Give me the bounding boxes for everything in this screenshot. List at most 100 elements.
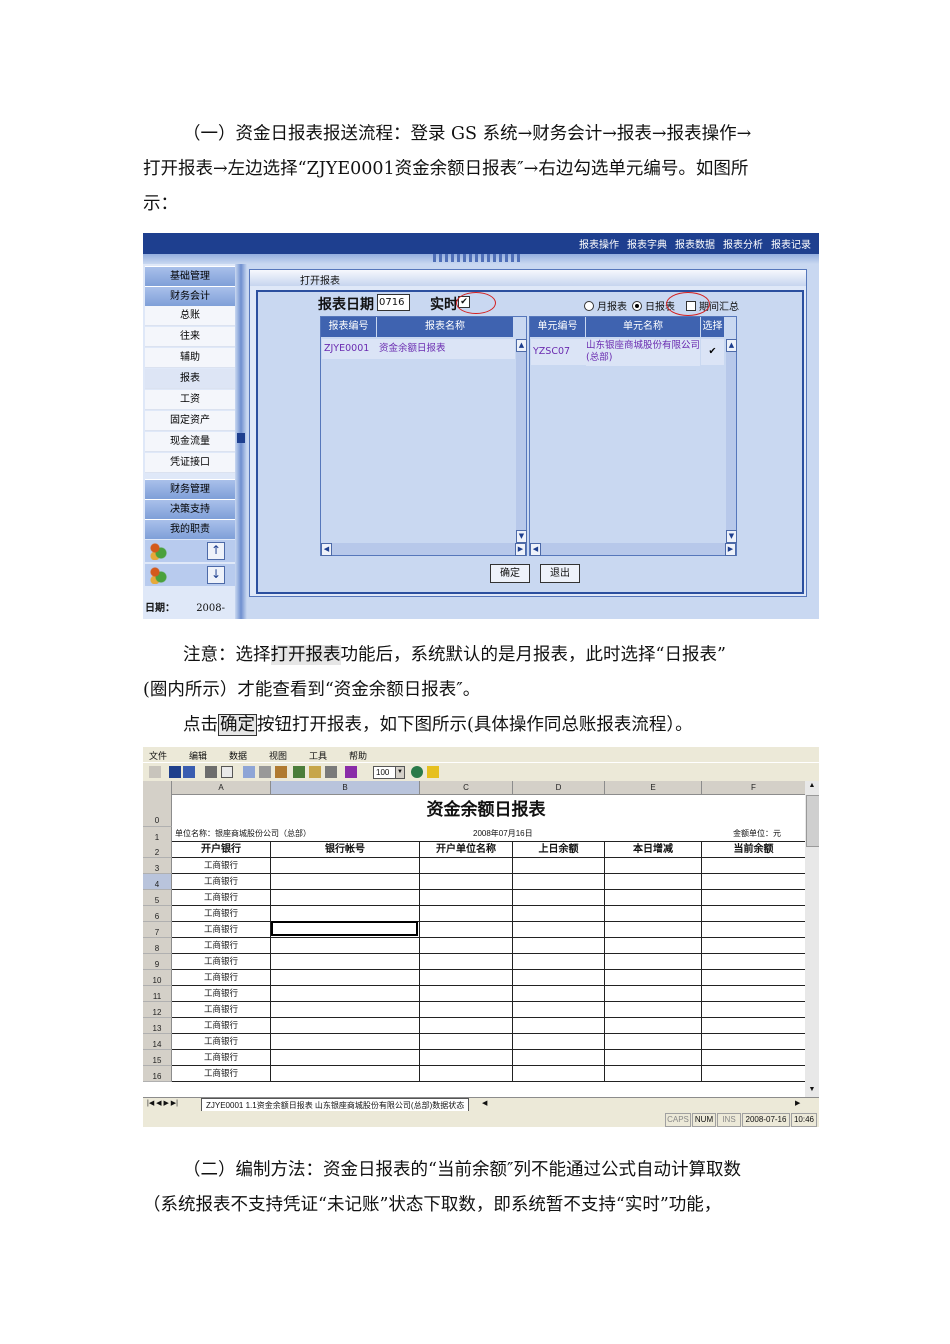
table-cell[interactable] [420,954,513,970]
col-header-a[interactable]: A [172,781,271,795]
row-header[interactable]: 11 [143,986,172,1002]
table-cell[interactable] [513,874,605,890]
table-cell[interactable] [420,1002,513,1018]
vertical-scrollbar[interactable]: ▲ ▼ [805,781,819,1097]
table-cell[interactable] [702,1066,806,1082]
row-header[interactable]: 4 [143,874,172,890]
table-cell[interactable] [605,890,702,906]
radio-daily[interactable] [632,300,642,311]
header-account-number[interactable]: 银行帐号 [271,841,420,858]
scroll-right-icon[interactable]: ▶ [795,1099,800,1107]
col-header-f[interactable]: F [702,781,806,795]
bank-name-cell[interactable]: 工商银行 [172,1002,271,1018]
unit-code-cell[interactable]: YZSC07 [531,339,587,365]
bank-name-cell[interactable]: 工商银行 [172,922,271,938]
table-cell[interactable] [420,1034,513,1050]
chevron-down-icon[interactable]: ▼ [395,766,405,779]
sidebar-reports[interactable]: 报表 [145,369,235,389]
menu-edit[interactable]: 编辑 [189,749,207,762]
table-cell[interactable] [605,1050,702,1066]
table-cell[interactable] [605,938,702,954]
table-cell[interactable] [420,858,513,874]
col-report-name[interactable]: 报表名称 [377,317,514,337]
row-header[interactable]: 9 [143,954,172,970]
header-current-balance[interactable]: 当前余额 [702,841,806,858]
table-cell[interactable] [420,938,513,954]
table-cell[interactable] [702,874,806,890]
table-cell[interactable] [420,986,513,1002]
sidebar-financial-management[interactable]: 财务管理 [145,479,235,499]
unit-select-checkbox[interactable]: ✔ [701,339,724,365]
row-header[interactable]: 6 [143,906,172,922]
scroll-left-icon[interactable]: ◀ [321,543,332,556]
scroll-thumb[interactable] [806,795,819,847]
menu-help[interactable]: 帮助 [349,749,367,762]
scroll-up-icon[interactable]: ▲ [806,782,818,792]
menu-report-operation[interactable]: 报表操作 [579,236,619,251]
find-icon[interactable] [309,766,321,778]
table-cell[interactable] [271,1002,420,1018]
sidebar-decision-support[interactable]: 决策支持 [145,499,235,519]
report-name-cell[interactable]: 资金余额日报表 [377,339,515,359]
corner-cell[interactable] [143,781,172,795]
menu-tools[interactable]: 工具 [309,749,327,762]
paste-icon[interactable] [275,766,287,778]
table-cell[interactable] [605,1034,702,1050]
table-cell[interactable] [605,874,702,890]
table-cell[interactable] [702,1050,806,1066]
table-cell[interactable] [271,986,420,1002]
table-cell[interactable] [420,874,513,890]
print-preview-icon[interactable] [221,766,233,778]
table-cell[interactable] [513,858,605,874]
row-header[interactable]: 8 [143,938,172,954]
table-cell[interactable] [420,1018,513,1034]
table-cell[interactable] [513,1018,605,1034]
format-icon[interactable] [293,766,305,778]
bank-name-cell[interactable]: 工商银行 [172,890,271,906]
table-cell[interactable] [702,986,806,1002]
horizontal-scrollbar[interactable]: ◀ ▶ [530,543,736,556]
exit-button[interactable]: 退出 [540,564,580,583]
col-unit-name[interactable]: 单元名称 [586,317,701,337]
save-icon[interactable] [169,766,181,778]
menu-data[interactable]: 数据 [229,749,247,762]
option-monthly[interactable]: 月报表 [584,298,627,313]
table-cell[interactable] [271,938,420,954]
sidebar-payroll[interactable]: 工资 [145,390,235,410]
table-cell[interactable] [271,1066,420,1082]
table-cell[interactable] [605,906,702,922]
row-header[interactable]: 0 [143,794,172,827]
table-cell[interactable] [513,954,605,970]
col-header-d[interactable]: D [513,781,605,795]
vertical-scrollbar[interactable]: ▲ ▼ [516,339,527,543]
bank-name-cell[interactable]: 工商银行 [172,1066,271,1082]
table-cell[interactable] [271,1034,420,1050]
scroll-up-icon[interactable]: ▲ [726,339,737,352]
scroll-right-icon[interactable]: ▶ [725,543,736,556]
bank-name-cell[interactable]: 工商银行 [172,1018,271,1034]
arrow-up-icon[interactable]: ↑ [207,542,225,560]
save-all-icon[interactable] [183,766,195,778]
col-header-c[interactable]: C [420,781,513,795]
row-header[interactable]: 10 [143,970,172,986]
row-header[interactable]: 12 [143,1002,172,1018]
menu-view[interactable]: 视图 [269,749,287,762]
row-header[interactable]: 16 [143,1066,172,1082]
scroll-down-icon[interactable]: ▼ [516,530,527,543]
globe-icon[interactable] [411,766,423,778]
radio-monthly[interactable] [584,300,594,311]
bank-name-cell[interactable]: 工商银行 [172,954,271,970]
table-cell[interactable] [420,922,513,938]
table-cell[interactable] [271,874,420,890]
bank-name-cell[interactable]: 工商银行 [172,938,271,954]
report-date-input[interactable]: 0716 [377,294,410,311]
menu-report-analysis[interactable]: 报表分析 [723,236,763,251]
help-icon[interactable] [427,766,439,778]
table-cell[interactable] [702,906,806,922]
col-header-b[interactable]: B [271,781,420,795]
table-cell[interactable] [513,1002,605,1018]
table-cell[interactable] [271,954,420,970]
sidebar-auxiliary[interactable]: 辅助 [145,348,235,368]
bank-name-cell[interactable]: 工商银行 [172,1034,271,1050]
table-cell[interactable] [271,1018,420,1034]
